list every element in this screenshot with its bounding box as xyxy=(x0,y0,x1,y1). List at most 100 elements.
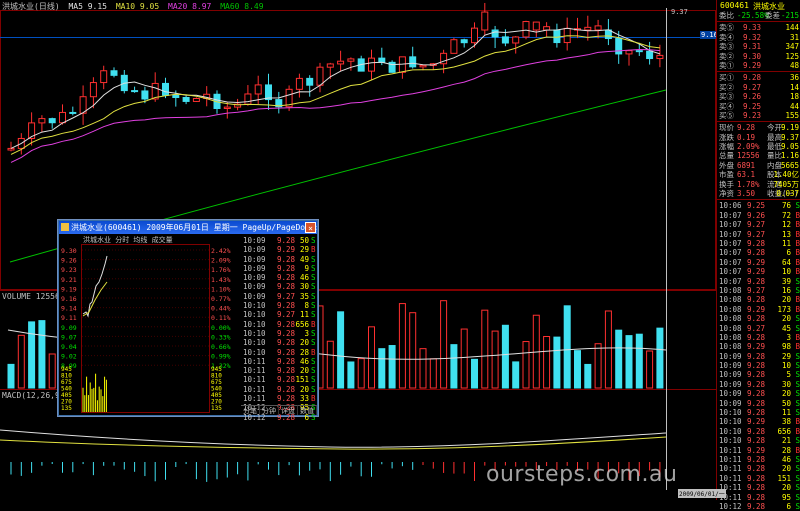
volume-bar xyxy=(419,348,427,389)
volume-bar xyxy=(357,358,365,389)
tick-list[interactable]: 10:06 9.25 76 S 10:07 9.26 72 B 10:07 9.27 12 B 10:0… xyxy=(717,201,800,511)
tick-time: 10:10 xyxy=(719,426,742,436)
tick-volume: 5 xyxy=(786,370,791,380)
popup-tab[interactable]: 分笔 xyxy=(241,405,260,415)
tick-direction: B xyxy=(795,445,800,455)
candle xyxy=(131,90,139,93)
candle xyxy=(532,21,540,31)
tick-price: 9.28 xyxy=(747,408,766,418)
tick-time: 10:09 xyxy=(719,379,742,389)
candle xyxy=(646,50,654,60)
tick-row: 10:11 9.28 95 S xyxy=(717,493,800,502)
tick-direction: B xyxy=(795,426,800,436)
ask-price: 9.29 xyxy=(743,60,762,70)
volume-bar xyxy=(543,336,551,389)
popup-tick-time: 10:09 xyxy=(243,236,266,245)
popup-tick-row: 10:09 9.28 46 S xyxy=(241,273,317,282)
tick-price: 9.28 xyxy=(747,436,766,446)
tick-price: 9.28 xyxy=(747,426,766,436)
popup-tick-price: 9.28 xyxy=(277,384,296,394)
popup-titlebar[interactable]: 洪城水业(600461) 2009年06月01日 星期一 PageUp/Page… xyxy=(59,221,317,234)
stat-label: 外盘 xyxy=(719,160,734,170)
popup-tick-row: 10:09 9.27 35 S xyxy=(241,292,317,301)
popup-tab[interactable]: 分钟 xyxy=(260,405,279,415)
tick-time: 10:10 xyxy=(719,436,742,446)
bid-volume: 14 xyxy=(789,82,799,92)
bid-price: 9.27 xyxy=(743,82,762,92)
tick-time: 10:08 xyxy=(719,332,742,342)
intraday-pct-tick: 1.43% xyxy=(211,276,231,284)
popup-tick-price: 9.28 xyxy=(277,273,296,283)
tick-volume: 39 xyxy=(781,276,791,286)
popup-tick-row: 10:10 9.28 656 B xyxy=(241,320,317,329)
ask-price: 9.33 xyxy=(743,23,762,33)
tick-row: 10:09 9.28 20 S xyxy=(717,389,800,398)
ask-label: 卖② xyxy=(719,51,734,61)
popup-tick-list[interactable]: 10:09 9.28 50 S 10:09 9.29 29 B 10:09 9.28 49 S 10:0… xyxy=(241,236,317,422)
candle xyxy=(635,50,643,53)
tick-row: 10:11 9.29 28 B xyxy=(717,446,800,455)
app-icon xyxy=(61,223,69,231)
stat-value: 1.78% xyxy=(737,179,760,189)
tick-direction: B xyxy=(795,417,800,427)
stat-value-2: 9.19 xyxy=(780,123,799,133)
popup-tick-price: 9.28 xyxy=(277,263,296,273)
tick-direction: S xyxy=(795,351,800,361)
popup-tick-volume: 656 xyxy=(295,319,309,329)
popup-tick-volume: 50 xyxy=(299,236,309,245)
stat-value-2: 9.05 xyxy=(780,142,799,152)
tick-row: 10:07 9.28 39 S xyxy=(717,277,800,286)
popup-tick-row: 10:11 9.28 151 S xyxy=(241,375,317,384)
volume-bar xyxy=(553,336,561,389)
intraday-pct-tick: 1.10% xyxy=(211,285,231,293)
ask-price: 9.32 xyxy=(743,32,762,42)
stat-row: 现价 9.28 今开 9.19 xyxy=(717,123,800,132)
stat-row: 总量 12556 量比 1.16 xyxy=(717,151,800,160)
intraday-frame xyxy=(81,244,210,413)
popup-tab[interactable]: 数值 xyxy=(298,405,317,415)
popup-tick-row: 10:09 9.28 50 S xyxy=(241,236,317,245)
ask-label: 卖③ xyxy=(719,42,734,52)
popup-tick-volume: 20 xyxy=(299,338,309,348)
diff-value: -215 xyxy=(780,11,799,20)
tick-time: 10:09 xyxy=(719,370,742,380)
volume-bar xyxy=(440,300,448,389)
tick-row: 10:10 9.28 11 S xyxy=(717,408,800,417)
intraday-price-tick: 9.04 xyxy=(61,343,77,351)
popup-tick-direction: B xyxy=(311,245,316,255)
popup-tick-direction: S xyxy=(311,254,316,264)
bid-price: 9.26 xyxy=(743,92,762,102)
tick-volume: 6 xyxy=(786,501,791,511)
tick-row: 10:08 9.28 20 B xyxy=(717,295,800,304)
volume-bar xyxy=(337,311,345,389)
popup-tab-bar[interactable]: 分笔 分钟 详盘 数值 xyxy=(241,405,317,415)
popup-tick-time: 10:10 xyxy=(243,338,266,348)
volume-bar xyxy=(635,333,643,389)
intraday-pct-tick: 0.66% xyxy=(211,343,231,351)
popup-tick-price: 9.27 xyxy=(277,310,296,320)
tick-row: 10:09 9.28 50 S xyxy=(717,399,800,408)
candle xyxy=(471,27,478,44)
popup-tick-direction: S xyxy=(311,291,316,301)
popup-tick-row: 10:10 9.27 11 S xyxy=(241,310,317,319)
candle xyxy=(244,93,252,105)
intraday-chart-canvas[interactable]: 9.30 2.42% 9.26 2.09% 9.23 1.76% 9.21 1.43% 9.19… xyxy=(59,234,241,415)
candle xyxy=(326,63,334,68)
popup-tick-volume: 11 xyxy=(299,310,309,320)
popup-tab[interactable]: 详盘 xyxy=(279,405,298,415)
stat-row: 市盈 63.1 股本 1.40亿 xyxy=(717,170,800,179)
intraday-popup-window[interactable]: 洪城水业(600461) 2009年06月01日 星期一 PageUp/Page… xyxy=(58,220,318,422)
volume-bar xyxy=(563,305,571,389)
tick-volume: 20 xyxy=(781,389,791,399)
close-button[interactable]: × xyxy=(305,222,316,233)
candle xyxy=(347,58,355,62)
popup-tick-volume: 33 xyxy=(299,394,309,404)
bid-volume: 155 xyxy=(785,110,799,120)
popup-tick-row: 10:09 9.28 9 S xyxy=(241,264,317,273)
tick-price: 9.26 xyxy=(747,210,766,220)
popup-tick-time: 10:11 xyxy=(243,394,266,404)
stat-value: 0.19 xyxy=(737,132,756,142)
intraday-price-tick: 9.16 xyxy=(61,295,77,303)
candle xyxy=(192,98,200,102)
ma20-label: MA20 8.97 xyxy=(168,2,212,11)
